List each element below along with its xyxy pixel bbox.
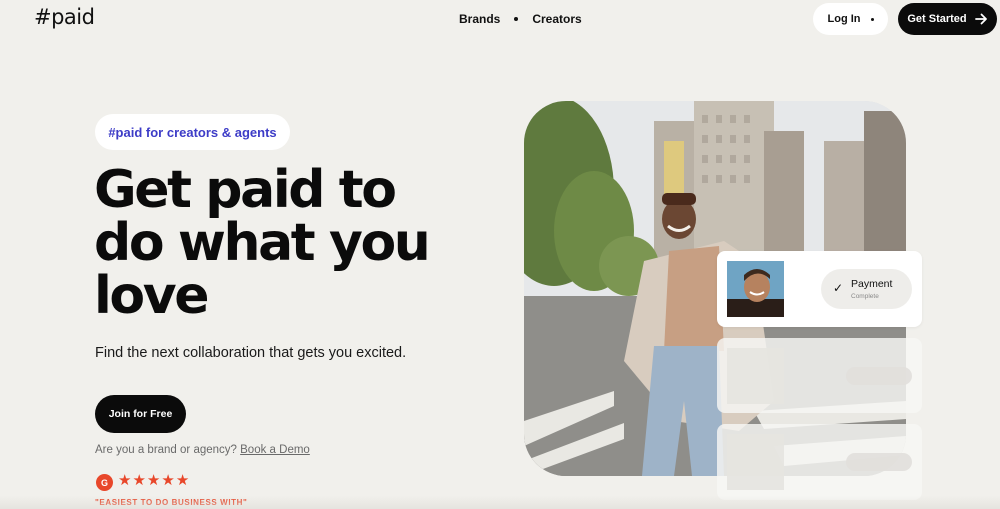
check-icon: ✓ [833,281,844,295]
audience-pill: #paid for creators & agents [95,114,290,150]
rating-quote: "EASIEST TO DO BUSINESS WITH" [95,498,248,507]
creator-avatar [727,261,784,317]
rating-stars: ★ ★ ★ ★ ★ [118,472,189,490]
join-for-free-button[interactable]: Join for Free [95,395,186,433]
placeholder-pill [846,367,912,385]
get-started-button[interactable]: Get Started [898,3,997,35]
paid-logo[interactable]: #paid [34,5,95,29]
placeholder-card [717,424,922,500]
star-icon: ★ [175,472,190,489]
payment-status: Complete [851,293,879,300]
hero-subtext: Find the next collaboration that gets yo… [95,345,407,361]
headline-line-1: Get paid to [94,160,397,220]
payment-title: Payment [851,278,893,290]
star-icon: ★ [132,472,146,489]
hero-headline: Get paid to do what you love [94,164,514,323]
placeholder-card [717,338,922,413]
login-button[interactable]: Log In [813,3,888,35]
placeholder-pill [846,453,912,471]
star-icon: ★ [118,472,132,489]
payment-card: ✓ Payment Complete [717,251,922,327]
placeholder-thumbnail [727,434,784,490]
brand-agency-prompt: Are you a brand or agency? Book a Demo [95,444,310,456]
g2-logo-icon: G [96,474,113,491]
book-demo-link[interactable]: Book a Demo [240,444,310,456]
main-nav: Brands Creators [459,11,582,27]
login-dot-icon [870,17,874,21]
brand-prompt-text: Are you a brand or agency? [95,444,237,456]
nav-link-brands[interactable]: Brands [459,12,500,26]
get-started-label: Get Started [907,13,967,25]
headline-line-2: do what you [94,213,431,273]
login-label: Log In [827,13,861,25]
creator-portrait-image [727,261,784,317]
payment-status-pill: ✓ Payment Complete [821,269,912,309]
nav-link-creators[interactable]: Creators [532,12,581,26]
star-icon: ★ [146,472,161,489]
placeholder-thumbnail [727,348,784,404]
nav-separator-dot [514,17,519,21]
star-icon: ★ [161,472,175,489]
arrow-right-icon [974,13,987,25]
headline-line-3: love [94,266,210,326]
